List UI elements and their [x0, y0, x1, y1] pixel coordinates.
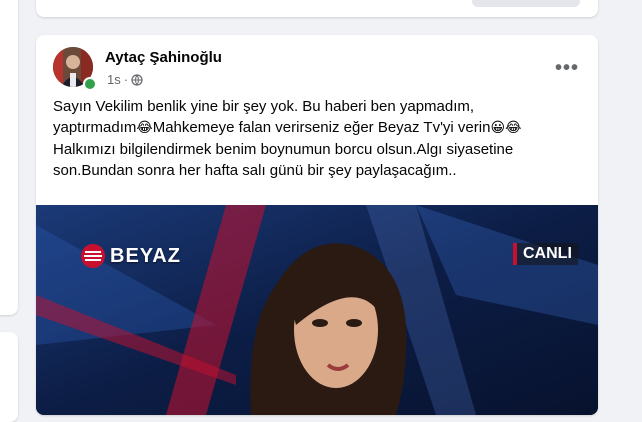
online-status-indicator	[83, 77, 97, 91]
left-sidebar-card-lower	[0, 332, 18, 422]
globe-icon[interactable]	[131, 73, 143, 86]
channel-logo-text: BEYAZ	[110, 244, 181, 267]
channel-logo: BEYAZ	[80, 243, 181, 269]
post-meta: 1s ·	[107, 72, 143, 87]
post-text-line: Halkımızı bilgilendirmek benim boynumun …	[53, 141, 514, 158]
post-author-name[interactable]: Aytaç Şahinoğlu	[105, 49, 222, 66]
left-sidebar-card	[0, 0, 18, 315]
live-badge: CANLI	[513, 243, 578, 265]
post-text: Sayın Vekilim benlik yine bir şey yok. B…	[53, 96, 583, 181]
feed-post: Aytaç Şahinoğlu 1s · ••• Sayın Vekilim b…	[36, 35, 598, 415]
grinning-emoji-icon: 😀	[490, 120, 506, 136]
post-text-line: son.Bundan sonra her hafta salı günü bir…	[53, 162, 457, 179]
laughing-emoji-icon: 😂	[136, 120, 153, 136]
post-image[interactable]: BEYAZ CANLI	[36, 205, 598, 415]
more-options-icon[interactable]: •••	[552, 53, 582, 83]
post-text-line: Sayın Vekilim benlik yine bir şey yok. B…	[53, 98, 475, 115]
previous-post-card	[36, 0, 598, 17]
post-timestamp[interactable]: 1s	[107, 72, 121, 87]
beyaz-logo-icon	[81, 244, 105, 268]
post-text-line: yaptırmadım😂Mahkemeye falan verirseniz e…	[53, 119, 522, 136]
laughing-emoji-icon: 😂	[505, 120, 522, 136]
previous-post-action-button[interactable]	[472, 0, 580, 7]
